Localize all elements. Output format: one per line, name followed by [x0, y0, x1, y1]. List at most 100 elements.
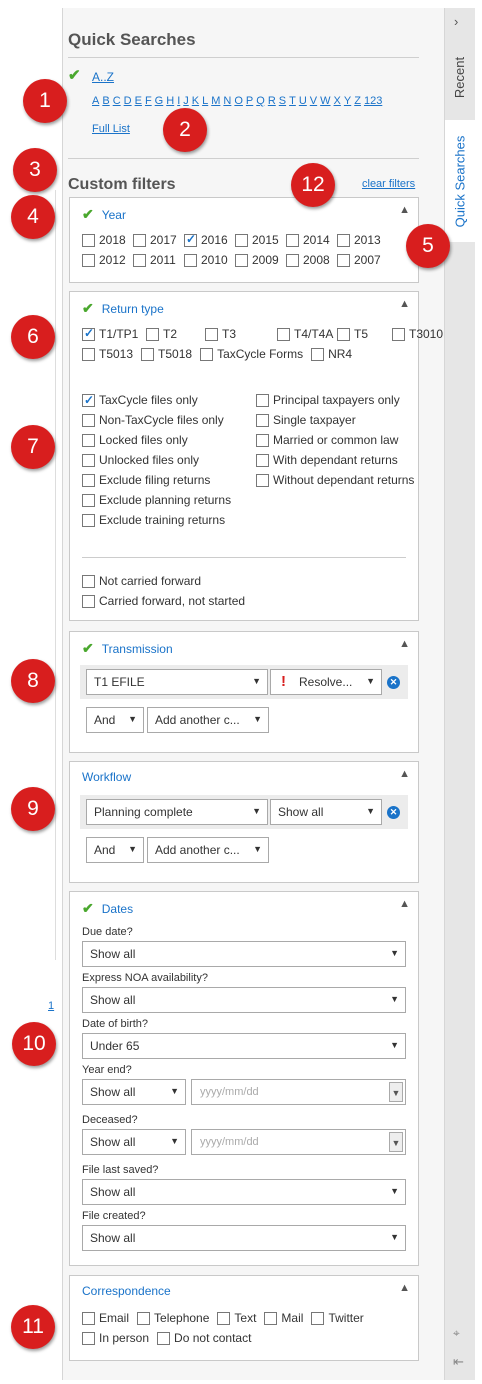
checkbox-icon[interactable] [82, 347, 95, 361]
letter-link-m[interactable]: M [211, 95, 220, 107]
collapse-icon[interactable]: ⇤ [453, 1354, 464, 1370]
file-saved-select[interactable]: Show all ▼ [82, 1179, 406, 1205]
correspondence-checkbox[interactable]: Text [217, 1311, 256, 1325]
checkbox-icon[interactable] [256, 474, 269, 487]
year-end-select[interactable]: Show all ▼ [82, 1079, 186, 1105]
return-type-checkbox[interactable]: T5013 [82, 347, 133, 361]
year-checkbox-2009[interactable]: 2009 [235, 253, 286, 267]
due-date-select[interactable]: Show all ▼ [82, 941, 406, 967]
checkbox-icon[interactable] [256, 454, 269, 467]
workflow-status-select[interactable]: Show all ▼ [270, 799, 382, 825]
chevron-up-icon[interactable]: ▲ [399, 768, 410, 780]
file-option-checkbox[interactable]: Exclude planning returns [82, 492, 250, 508]
add-condition-select[interactable]: Add another c... ▼ [147, 837, 269, 863]
pin-icon[interactable]: ⌖ [453, 1326, 460, 1341]
page-link[interactable]: 1 [48, 1000, 54, 1012]
checkbox-icon[interactable] [82, 454, 95, 467]
checkbox-icon[interactable] [256, 414, 269, 427]
workflow-header[interactable]: Workflow [82, 770, 131, 784]
letter-link-t[interactable]: T [289, 95, 296, 107]
checkbox-icon[interactable] [82, 414, 95, 427]
chevron-up-icon[interactable]: ▲ [399, 204, 410, 216]
file-created-select[interactable]: Show all ▼ [82, 1225, 406, 1251]
chevron-up-icon[interactable]: ▲ [399, 1282, 410, 1294]
remove-condition-icon[interactable]: ✕ [387, 676, 400, 689]
checkbox-icon[interactable] [184, 232, 197, 247]
checkbox-icon[interactable] [157, 1331, 171, 1345]
return-type-checkbox[interactable]: NR4 [311, 347, 352, 361]
noa-select[interactable]: Show all ▼ [82, 987, 406, 1013]
file-option-checkbox[interactable]: Exclude training returns [82, 512, 250, 528]
letter-link-p[interactable]: P [246, 95, 253, 107]
deceased-select[interactable]: Show all ▼ [82, 1129, 186, 1155]
letter-link-z[interactable]: Z [354, 95, 361, 107]
year-checkbox-2013[interactable]: 2013 [337, 233, 388, 247]
checkbox-icon[interactable] [256, 434, 269, 447]
checkbox-icon[interactable] [141, 347, 155, 361]
transmission-header[interactable]: ✔ Transmission [82, 640, 173, 657]
checkbox-icon[interactable] [200, 347, 214, 361]
year-checkbox-2015[interactable]: 2015 [235, 233, 286, 247]
checkbox-icon[interactable] [277, 327, 290, 341]
letter-link-i[interactable]: I [177, 95, 180, 107]
dates-header[interactable]: ✔ Dates [82, 900, 133, 917]
letter-link-g[interactable]: G [155, 95, 164, 107]
checkbox-icon[interactable] [137, 1311, 151, 1325]
year-checkbox-2007[interactable]: 2007 [337, 253, 388, 267]
dob-select[interactable]: Under 65 ▼ [82, 1033, 406, 1059]
checkbox-icon[interactable] [82, 494, 95, 507]
letter-link-w[interactable]: W [320, 95, 330, 107]
correspondence-checkbox[interactable]: Do not contact [157, 1331, 251, 1345]
checkbox-icon[interactable] [286, 233, 299, 247]
return-type-checkbox[interactable]: TaxCycle Forms [200, 347, 303, 361]
return-type-checkbox[interactable]: T2 [146, 327, 205, 341]
checkbox-icon[interactable] [286, 253, 299, 267]
checkbox-icon[interactable] [235, 253, 248, 267]
and-select[interactable]: And ▼ [86, 837, 144, 863]
taxpayer-option-checkbox[interactable]: With dependant returns [256, 452, 416, 468]
year-checkbox-2014[interactable]: 2014 [286, 233, 337, 247]
checkbox-icon[interactable] [82, 474, 95, 487]
checkbox-icon[interactable] [82, 575, 95, 588]
checkbox-icon[interactable] [392, 327, 405, 341]
file-option-checkbox[interactable]: Non-TaxCycle files only [82, 412, 250, 428]
deceased-date-input[interactable]: yyyy/mm/dd ▼ [191, 1129, 406, 1155]
correspondence-header[interactable]: Correspondence [82, 1284, 171, 1298]
year-header[interactable]: ✔ Year [82, 206, 126, 223]
letter-link-c[interactable]: C [113, 95, 121, 107]
checkbox-icon[interactable] [311, 1311, 325, 1325]
return-type-checkbox[interactable]: T5 [337, 327, 392, 341]
letter-link-f[interactable]: F [145, 95, 152, 107]
clear-filters-link[interactable]: clear filters [362, 178, 415, 190]
checkbox-icon[interactable] [337, 233, 350, 247]
letter-link-l[interactable]: L [202, 95, 208, 107]
letter-link-h[interactable]: H [166, 95, 174, 107]
remove-condition-icon[interactable]: ✕ [387, 806, 400, 819]
checkbox-icon[interactable] [205, 327, 218, 341]
file-option-checkbox[interactable]: Exclude filing returns [82, 472, 250, 488]
return-type-checkbox[interactable]: T5018 [141, 347, 192, 361]
taxpayer-option-checkbox[interactable]: Without dependant returns [256, 472, 416, 488]
and-select[interactable]: And ▼ [86, 707, 144, 733]
letter-link-d[interactable]: D [124, 95, 132, 107]
letter-link-b[interactable]: B [102, 95, 109, 107]
transmission-field-select[interactable]: T1 EFILE ▼ [86, 669, 268, 695]
year-checkbox-2017[interactable]: 2017 [133, 233, 184, 247]
correspondence-checkbox[interactable]: Mail [264, 1311, 303, 1325]
checkbox-icon[interactable] [82, 1311, 95, 1325]
year-end-date-input[interactable]: yyyy/mm/dd ▼ [191, 1079, 406, 1105]
checkbox-icon[interactable] [82, 434, 95, 447]
chevron-right-icon[interactable]: › [454, 14, 458, 29]
checkbox-icon[interactable] [133, 253, 146, 267]
letter-link-q[interactable]: Q [256, 95, 265, 107]
year-checkbox-2018[interactable]: 2018 [82, 233, 133, 247]
checkbox-icon[interactable] [217, 1311, 231, 1325]
taxpayer-option-checkbox[interactable]: Principal taxpayers only [256, 392, 416, 408]
checkbox-icon[interactable] [82, 1331, 95, 1345]
letter-link-v[interactable]: V [310, 95, 317, 107]
file-option-checkbox[interactable]: Unlocked files only [82, 452, 250, 468]
letter-link-n[interactable]: N [223, 95, 231, 107]
checkbox-icon[interactable] [146, 327, 159, 341]
correspondence-checkbox[interactable]: In person [82, 1331, 149, 1345]
checkbox-icon[interactable] [264, 1311, 278, 1325]
